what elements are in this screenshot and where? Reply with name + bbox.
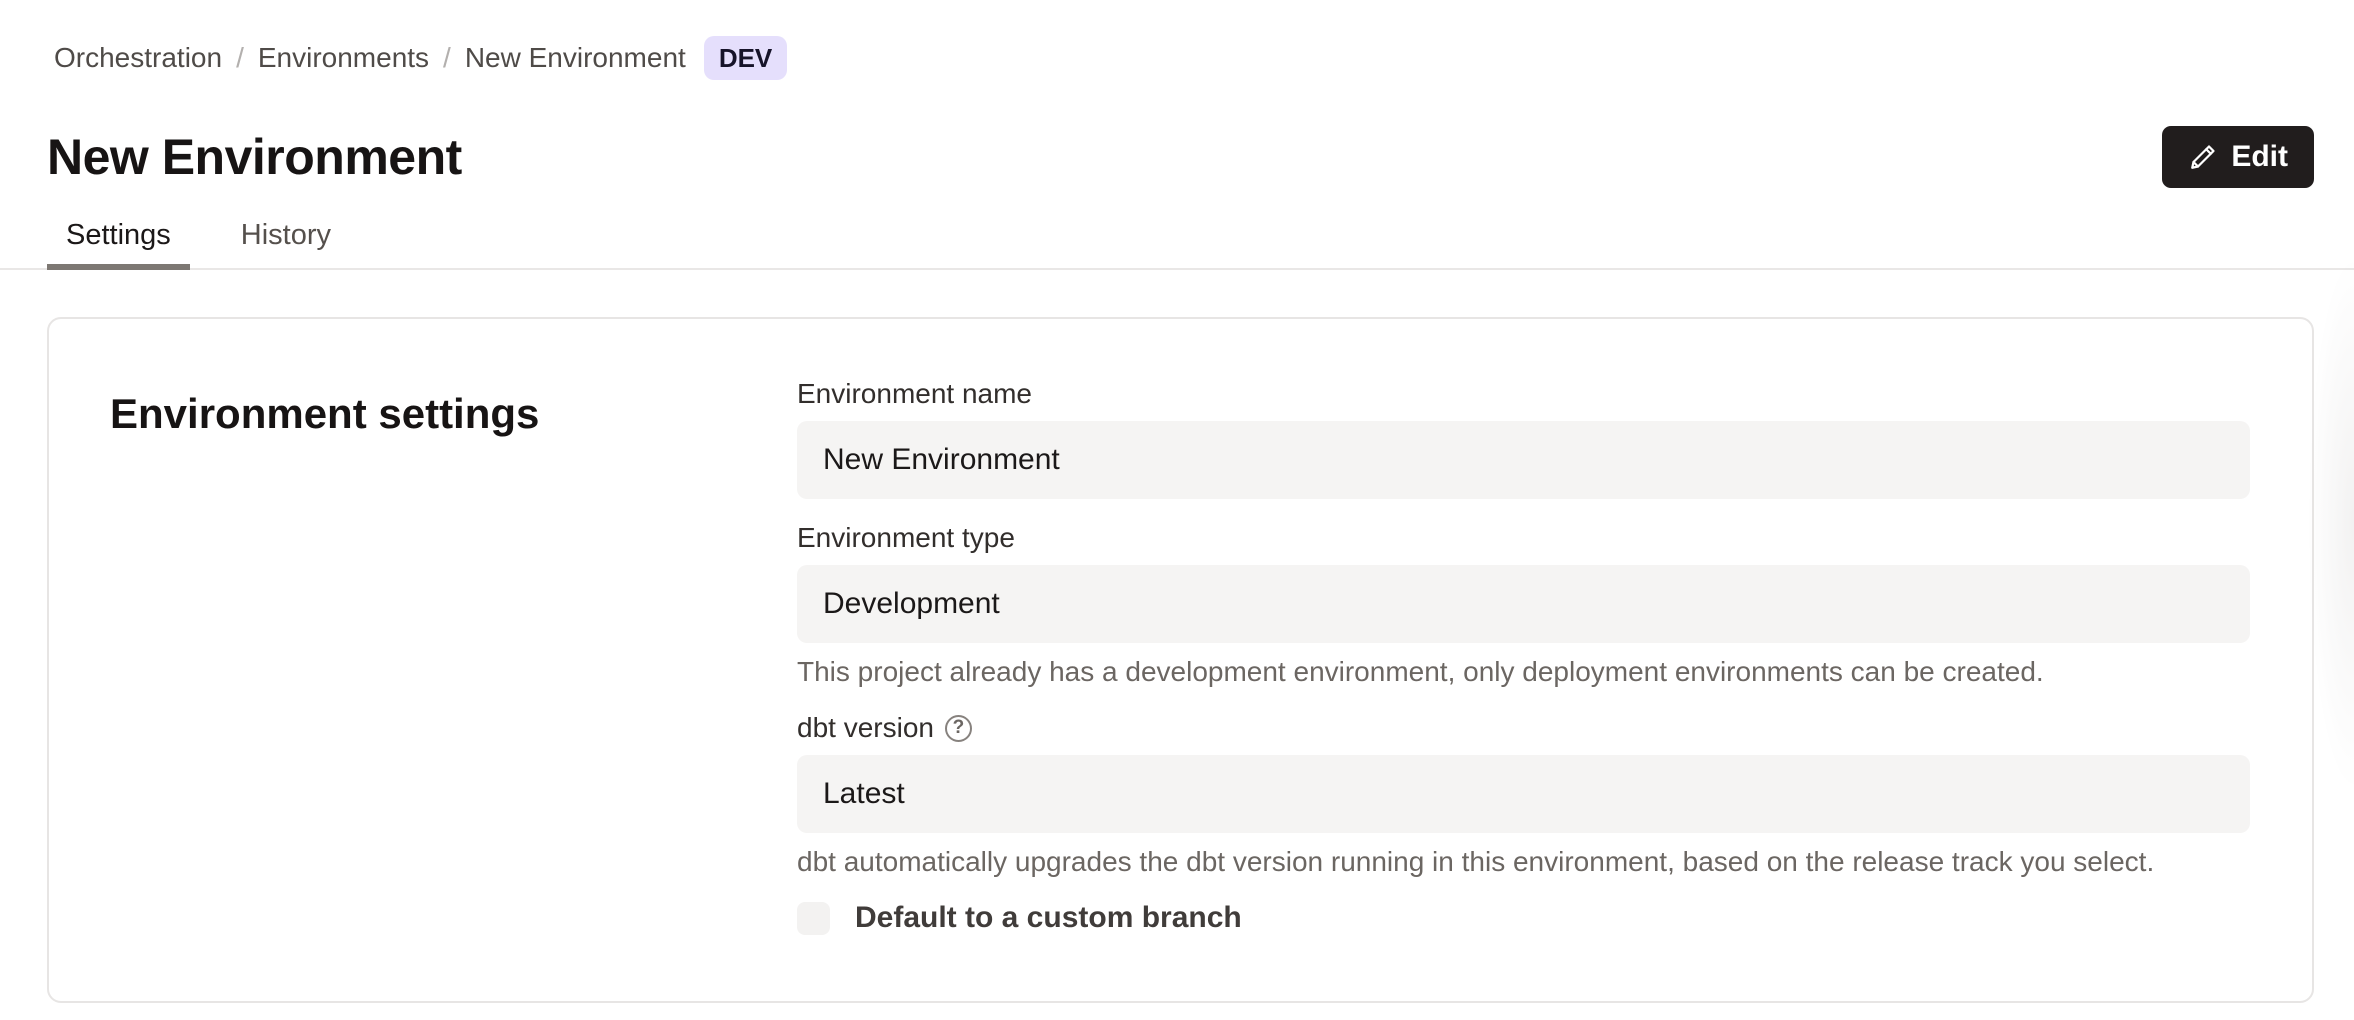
dbt-version-label: dbt version [797,711,2250,745]
environment-type-label: Environment type [797,521,2250,555]
edit-button-label: Edit [2231,140,2288,174]
custom-branch-label: Default to a custom branch [855,901,1242,935]
custom-branch-checkbox[interactable] [797,902,830,935]
dbt-version-input[interactable]: Latest [797,755,2250,833]
tab-settings[interactable]: Settings [47,218,190,268]
help-icon[interactable] [945,715,972,742]
breadcrumb-item-orchestration[interactable]: Orchestration [54,41,222,75]
breadcrumb-separator: / [443,41,451,75]
dbt-version-help-text: dbt automatically upgrades the dbt versi… [797,845,2250,879]
field-group-environment-name: Environment name New Environment [797,377,2250,499]
environment-settings-card: Environment settings Environment name Ne… [47,317,2314,1003]
card-left-column: Environment settings [110,377,797,935]
tab-bar: Settings History [0,218,2354,270]
edit-button[interactable]: Edit [2162,126,2314,188]
card-form-column: Environment name New Environment Environ… [797,377,2250,935]
pencil-icon [2188,142,2218,172]
page-header: New Environment Edit [0,126,2354,188]
breadcrumb-item-current: New Environment [465,41,686,75]
breadcrumb-separator: / [236,41,244,75]
breadcrumb-item-environments[interactable]: Environments [258,41,429,75]
tab-history[interactable]: History [222,218,350,268]
section-heading: Environment settings [110,389,797,439]
environment-name-input[interactable]: New Environment [797,421,2250,499]
custom-branch-row: Default to a custom branch [797,901,2250,935]
environment-type-help-text: This project already has a development e… [797,655,2250,689]
environment-type-input[interactable]: Development [797,565,2250,643]
field-group-dbt-version: dbt version Latest dbt automatically upg… [797,711,2250,879]
page-title: New Environment [47,127,462,187]
breadcrumb: Orchestration / Environments / New Envir… [0,0,2354,80]
environment-name-label: Environment name [797,377,2250,411]
field-group-environment-type: Environment type Development This projec… [797,521,2250,689]
env-dev-badge: DEV [704,36,787,80]
dbt-version-label-text: dbt version [797,711,934,745]
